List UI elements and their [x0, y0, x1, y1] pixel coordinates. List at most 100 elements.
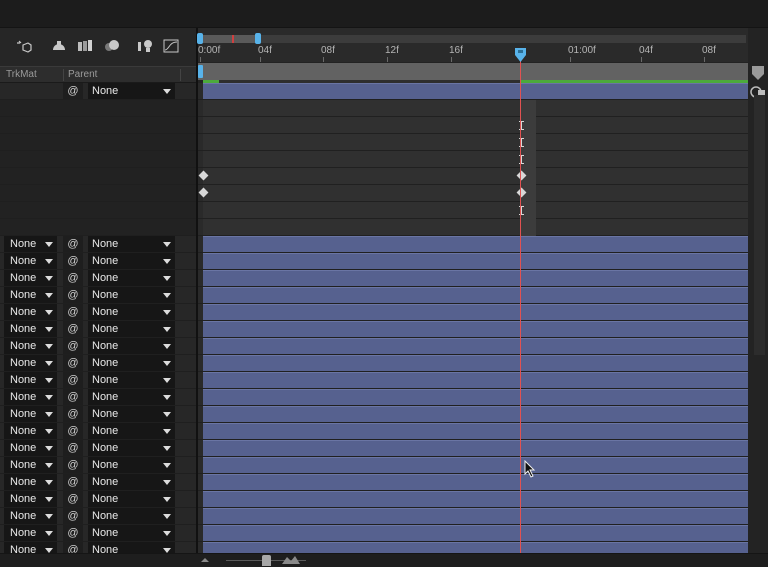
comp-flowchart-icon[interactable]: [50, 38, 68, 54]
track-row[interactable]: [198, 423, 748, 440]
track-row[interactable]: [198, 440, 748, 457]
current-time-indicator-head[interactable]: [515, 48, 526, 62]
parent-dropdown[interactable]: None: [88, 270, 175, 286]
layer-duration-bar[interactable]: [203, 236, 748, 252]
track-row[interactable]: [198, 287, 748, 304]
parent-dropdown[interactable]: None: [88, 372, 175, 388]
layer-duration-bar[interactable]: [203, 440, 748, 456]
zoom-in-icon[interactable]: [282, 555, 300, 564]
parent-pick-whip-icon[interactable]: @: [63, 270, 83, 286]
track-row[interactable]: [198, 508, 748, 525]
timeline-track-area[interactable]: [198, 83, 748, 553]
navigator-end-handle[interactable]: [255, 33, 261, 44]
layer-duration-bar[interactable]: [203, 389, 748, 405]
layer-row[interactable]: None @ None: [0, 491, 196, 508]
layer-row[interactable]: None @ None: [0, 321, 196, 338]
parent-dropdown[interactable]: None: [88, 287, 175, 303]
parent-dropdown[interactable]: None: [88, 406, 175, 422]
parent-pick-whip-icon[interactable]: @: [63, 508, 83, 524]
layer-row[interactable]: None @ None: [0, 474, 196, 491]
parent-dropdown[interactable]: None: [88, 355, 175, 371]
parent-pick-whip-icon[interactable]: @: [63, 321, 83, 337]
trkmat-dropdown[interactable]: None: [4, 406, 57, 422]
work-area-bar[interactable]: [198, 63, 748, 80]
trkmat-dropdown[interactable]: None: [4, 321, 57, 337]
trkmat-dropdown[interactable]: None: [4, 355, 57, 371]
work-area-start-handle[interactable]: [198, 65, 203, 78]
trkmat-dropdown[interactable]: None: [4, 253, 57, 269]
parent-dropdown[interactable]: None: [88, 542, 175, 553]
track-row[interactable]: [198, 542, 748, 553]
parent-pick-whip-icon[interactable]: @: [63, 389, 83, 405]
layer-duration-bar[interactable]: [203, 491, 748, 507]
layer-row[interactable]: None @ None: [0, 372, 196, 389]
track-row[interactable]: [198, 389, 748, 406]
parent-column-header[interactable]: Parent: [68, 69, 97, 80]
navigator-selection[interactable]: [199, 35, 257, 43]
parent-pick-whip-icon[interactable]: @: [63, 457, 83, 473]
parent-pick-whip-icon[interactable]: @: [63, 355, 83, 371]
motion-blur-icon[interactable]: [103, 38, 121, 54]
trkmat-column-header[interactable]: TrkMat: [6, 69, 37, 80]
parent-dropdown[interactable]: None: [88, 491, 175, 507]
parent-pick-whip-icon[interactable]: @: [63, 491, 83, 507]
track-row[interactable]: [198, 321, 748, 338]
trkmat-dropdown[interactable]: None: [4, 270, 57, 286]
parent-pick-whip-icon[interactable]: @: [63, 542, 83, 553]
track-row[interactable]: [198, 236, 748, 253]
track-row[interactable]: [198, 253, 748, 270]
property-track-row[interactable]: [198, 202, 748, 219]
layer-duration-bar[interactable]: [203, 355, 748, 371]
layer-row[interactable]: None @ None: [0, 253, 196, 270]
track-row[interactable]: [198, 304, 748, 321]
parent-dropdown[interactable]: None: [88, 236, 175, 252]
trkmat-dropdown[interactable]: None: [4, 372, 57, 388]
parent-dropdown[interactable]: None: [88, 304, 175, 320]
layer-duration-bar[interactable]: [203, 406, 748, 422]
parent-dropdown[interactable]: None: [88, 83, 175, 99]
trkmat-dropdown[interactable]: None: [4, 423, 57, 439]
layer-row[interactable]: None @ None: [0, 270, 196, 287]
time-ruler[interactable]: 0:00f 04f 08f 12f 16f 01:00f 04f 08f: [198, 45, 748, 62]
track-row[interactable]: [198, 372, 748, 389]
layer-row[interactable]: None @ None: [0, 440, 196, 457]
parent-dropdown[interactable]: None: [88, 508, 175, 524]
trkmat-dropdown[interactable]: None: [4, 491, 57, 507]
trkmat-dropdown[interactable]: None: [4, 304, 57, 320]
parent-pick-whip-icon[interactable]: @: [63, 440, 83, 456]
parent-pick-whip-icon[interactable]: @: [63, 83, 83, 99]
layer-duration-bar[interactable]: [203, 321, 748, 337]
layer-row[interactable]: None @ None: [0, 406, 196, 423]
layer-row[interactable]: None @ None: [0, 287, 196, 304]
navigator-track[interactable]: [198, 35, 746, 43]
property-track-row[interactable]: [198, 151, 748, 168]
track-row[interactable]: [198, 406, 748, 423]
layer-duration-bar[interactable]: [203, 508, 748, 524]
parent-dropdown[interactable]: None: [88, 423, 175, 439]
layer-duration-bar[interactable]: [203, 542, 748, 553]
layer-row[interactable]: None @ None: [0, 542, 196, 553]
parent-pick-whip-icon[interactable]: @: [63, 474, 83, 490]
parent-pick-whip-icon[interactable]: @: [63, 372, 83, 388]
layer-row[interactable]: None @ None: [0, 389, 196, 406]
parent-dropdown[interactable]: None: [88, 253, 175, 269]
parent-dropdown[interactable]: None: [88, 321, 175, 337]
parent-pick-whip-icon[interactable]: @: [63, 338, 83, 354]
zoom-out-icon[interactable]: [200, 557, 210, 563]
property-track-row[interactable]: [198, 185, 748, 202]
property-track-row[interactable]: [198, 134, 748, 151]
parent-pick-whip-icon[interactable]: @: [63, 304, 83, 320]
graph-editor-icon[interactable]: [162, 38, 180, 54]
parent-dropdown[interactable]: None: [88, 474, 175, 490]
trkmat-dropdown[interactable]: None: [4, 542, 57, 553]
track-row[interactable]: [198, 491, 748, 508]
layer-duration-bar[interactable]: [203, 83, 748, 99]
trkmat-dropdown[interactable]: None: [4, 440, 57, 456]
track-row[interactable]: [198, 355, 748, 372]
layer-row[interactable]: None @ None: [0, 525, 196, 542]
layer-row-top[interactable]: @ None: [0, 83, 196, 100]
layer-duration-bar[interactable]: [203, 253, 748, 269]
layer-duration-bar[interactable]: [203, 287, 748, 303]
trkmat-dropdown[interactable]: None: [4, 508, 57, 524]
parent-pick-whip-icon[interactable]: @: [63, 253, 83, 269]
